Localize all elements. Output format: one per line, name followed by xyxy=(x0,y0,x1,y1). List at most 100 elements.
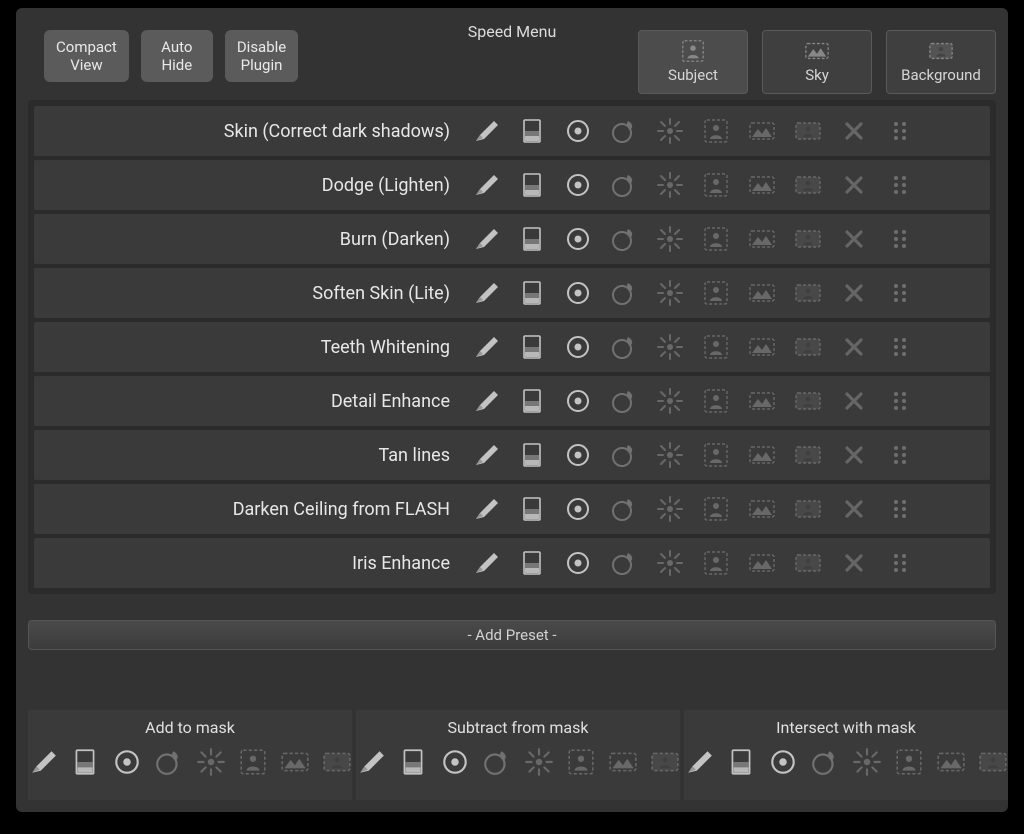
color-range-icon[interactable] xyxy=(154,747,184,777)
sky-mask-icon[interactable] xyxy=(748,495,776,523)
delete-icon[interactable] xyxy=(840,387,868,415)
color-range-icon[interactable] xyxy=(610,225,638,253)
tab-background[interactable]: Background xyxy=(886,30,996,94)
background-mask-icon[interactable] xyxy=(794,171,822,199)
luminance-range-icon[interactable] xyxy=(656,549,684,577)
drag-handle-icon[interactable] xyxy=(886,117,914,145)
delete-icon[interactable] xyxy=(840,441,868,469)
gradient-icon[interactable] xyxy=(726,747,756,777)
background-mask-icon[interactable] xyxy=(794,225,822,253)
color-range-icon[interactable] xyxy=(610,387,638,415)
drag-handle-icon[interactable] xyxy=(886,387,914,415)
color-range-icon[interactable] xyxy=(610,549,638,577)
drag-handle-icon[interactable] xyxy=(886,549,914,577)
delete-icon[interactable] xyxy=(840,117,868,145)
gradient-icon[interactable] xyxy=(518,279,546,307)
sky-mask-icon[interactable] xyxy=(608,747,638,777)
sky-mask-icon[interactable] xyxy=(280,747,310,777)
color-range-icon[interactable] xyxy=(610,171,638,199)
disable-plugin-button[interactable]: Disable Plugin xyxy=(225,30,298,82)
delete-icon[interactable] xyxy=(840,171,868,199)
luminance-range-icon[interactable] xyxy=(656,495,684,523)
radial-icon[interactable] xyxy=(564,117,592,145)
radial-icon[interactable] xyxy=(564,549,592,577)
luminance-range-icon[interactable] xyxy=(656,225,684,253)
sky-mask-icon[interactable] xyxy=(748,117,776,145)
subject-mask-icon[interactable] xyxy=(702,441,730,469)
radial-icon[interactable] xyxy=(564,279,592,307)
subject-mask-icon[interactable] xyxy=(702,171,730,199)
gradient-icon[interactable] xyxy=(518,225,546,253)
color-range-icon[interactable] xyxy=(810,747,840,777)
delete-icon[interactable] xyxy=(840,549,868,577)
background-mask-icon[interactable] xyxy=(978,747,1008,777)
brush-icon[interactable] xyxy=(684,747,714,777)
compact-view-button[interactable]: Compact View xyxy=(44,30,129,82)
drag-handle-icon[interactable] xyxy=(886,441,914,469)
brush-icon[interactable] xyxy=(472,441,500,469)
radial-icon[interactable] xyxy=(564,171,592,199)
sky-mask-icon[interactable] xyxy=(748,549,776,577)
sky-mask-icon[interactable] xyxy=(936,747,966,777)
brush-icon[interactable] xyxy=(472,495,500,523)
gradient-icon[interactable] xyxy=(518,549,546,577)
luminance-range-icon[interactable] xyxy=(656,171,684,199)
gradient-icon[interactable] xyxy=(70,747,100,777)
background-mask-icon[interactable] xyxy=(794,495,822,523)
gradient-icon[interactable] xyxy=(518,441,546,469)
brush-icon[interactable] xyxy=(472,387,500,415)
drag-handle-icon[interactable] xyxy=(886,279,914,307)
color-range-icon[interactable] xyxy=(610,117,638,145)
drag-handle-icon[interactable] xyxy=(886,171,914,199)
subject-mask-icon[interactable] xyxy=(894,747,924,777)
subject-mask-icon[interactable] xyxy=(702,279,730,307)
sky-mask-icon[interactable] xyxy=(748,387,776,415)
sky-mask-icon[interactable] xyxy=(748,441,776,469)
radial-icon[interactable] xyxy=(112,747,142,777)
luminance-range-icon[interactable] xyxy=(656,117,684,145)
gradient-icon[interactable] xyxy=(518,117,546,145)
brush-icon[interactable] xyxy=(28,747,58,777)
drag-handle-icon[interactable] xyxy=(886,495,914,523)
drag-handle-icon[interactable] xyxy=(886,225,914,253)
color-range-icon[interactable] xyxy=(610,279,638,307)
gradient-icon[interactable] xyxy=(518,495,546,523)
subject-mask-icon[interactable] xyxy=(702,333,730,361)
tab-subject[interactable]: Subject xyxy=(638,30,748,94)
luminance-range-icon[interactable] xyxy=(656,333,684,361)
radial-icon[interactable] xyxy=(564,333,592,361)
background-mask-icon[interactable] xyxy=(794,117,822,145)
subject-mask-icon[interactable] xyxy=(702,225,730,253)
radial-icon[interactable] xyxy=(564,225,592,253)
luminance-range-icon[interactable] xyxy=(196,747,226,777)
gradient-icon[interactable] xyxy=(398,747,428,777)
luminance-range-icon[interactable] xyxy=(656,279,684,307)
background-mask-icon[interactable] xyxy=(650,747,680,777)
radial-icon[interactable] xyxy=(440,747,470,777)
brush-icon[interactable] xyxy=(356,747,386,777)
background-mask-icon[interactable] xyxy=(794,441,822,469)
color-range-icon[interactable] xyxy=(610,495,638,523)
gradient-icon[interactable] xyxy=(518,333,546,361)
subject-mask-icon[interactable] xyxy=(238,747,268,777)
brush-icon[interactable] xyxy=(472,549,500,577)
sky-mask-icon[interactable] xyxy=(748,171,776,199)
radial-icon[interactable] xyxy=(564,441,592,469)
background-mask-icon[interactable] xyxy=(794,549,822,577)
sky-mask-icon[interactable] xyxy=(748,333,776,361)
delete-icon[interactable] xyxy=(840,279,868,307)
delete-icon[interactable] xyxy=(840,333,868,361)
brush-icon[interactable] xyxy=(472,333,500,361)
background-mask-icon[interactable] xyxy=(794,387,822,415)
background-mask-icon[interactable] xyxy=(794,333,822,361)
sky-mask-icon[interactable] xyxy=(748,225,776,253)
brush-icon[interactable] xyxy=(472,171,500,199)
gradient-icon[interactable] xyxy=(518,387,546,415)
background-mask-icon[interactable] xyxy=(322,747,352,777)
subject-mask-icon[interactable] xyxy=(702,495,730,523)
radial-icon[interactable] xyxy=(564,495,592,523)
luminance-range-icon[interactable] xyxy=(852,747,882,777)
luminance-range-icon[interactable] xyxy=(656,387,684,415)
subject-mask-icon[interactable] xyxy=(702,117,730,145)
subject-mask-icon[interactable] xyxy=(566,747,596,777)
